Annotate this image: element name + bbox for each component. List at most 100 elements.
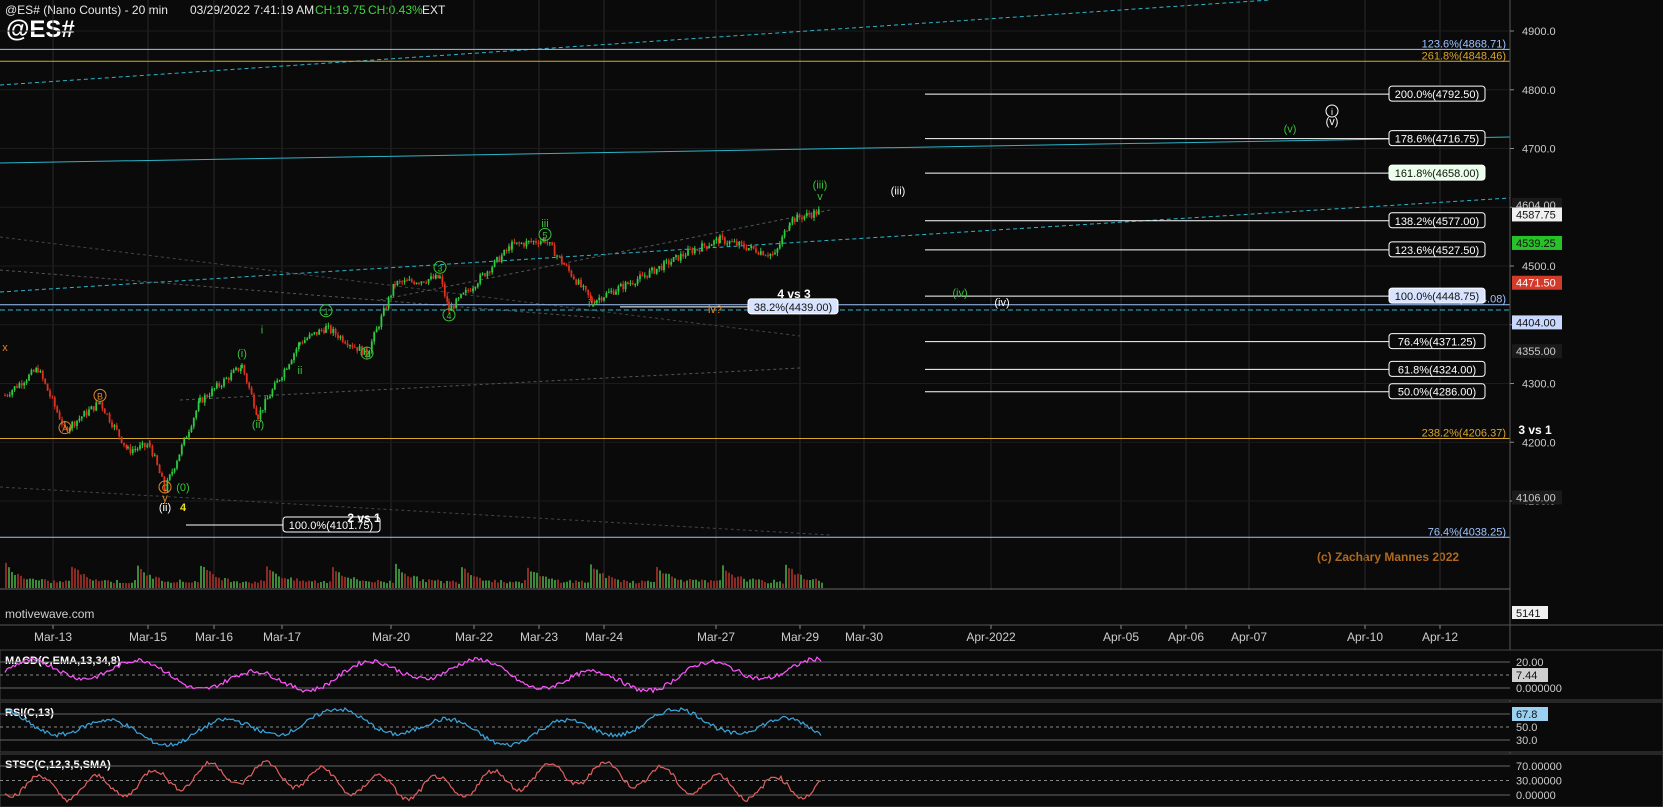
candle-body-349	[815, 210, 818, 215]
candle-body-321	[750, 245, 753, 249]
candle-body-147	[344, 341, 347, 344]
volume-bar-78	[239, 583, 241, 588]
volume-bar-235	[710, 580, 712, 588]
candle-body-234	[546, 242, 549, 244]
volume-bar-242	[731, 574, 733, 588]
volume-bar-128	[389, 580, 391, 588]
volume-bar-204	[617, 579, 619, 588]
fib-target-label-5: 100.0%(4448.75)	[1395, 291, 1479, 303]
candle-body-163	[380, 315, 383, 327]
volume-bar-171	[518, 581, 520, 588]
volume-bar-26	[83, 573, 85, 588]
volume-bar-221	[668, 573, 670, 588]
candle-body-59	[141, 442, 144, 446]
volume-bar-227	[686, 580, 688, 588]
volume-bar-241	[728, 572, 730, 588]
candle-body-119	[278, 380, 281, 382]
candle-body-246	[575, 279, 578, 285]
volume-bar-84	[257, 582, 259, 588]
candle-body-229	[535, 241, 537, 243]
volume-bar-146	[443, 583, 445, 588]
fib-line-label-3: 238.2%(4206.37)	[1422, 428, 1506, 440]
wave-label-6: (ii)	[159, 502, 171, 514]
volume-bar-96	[293, 580, 295, 588]
volume-bar-109	[332, 567, 334, 588]
time-label-5: Mar-22	[455, 630, 493, 644]
candle-body-289	[675, 255, 677, 258]
candle-body-205	[479, 274, 482, 284]
candle-body-34	[83, 411, 86, 417]
volume-bar-93	[284, 578, 286, 588]
candle-body-108	[253, 394, 255, 408]
candle-body-123	[288, 364, 291, 369]
volume-bar-164	[497, 582, 499, 588]
candle-body-160	[373, 332, 376, 342]
time-axis[interactable]: Mar-13 Mar-15 Mar-16 Mar-17 Mar-20 Mar-22 Mar-…	[0, 624, 1663, 644]
volume-bar-155	[470, 575, 472, 588]
volume-bar-266	[803, 579, 805, 588]
wave-label-7: 4	[180, 502, 187, 514]
volume-bar-223	[674, 578, 676, 588]
volume-bar-144	[437, 579, 439, 588]
candle-body-293	[684, 255, 687, 257]
volume-bar-251	[758, 579, 760, 588]
candle-body-216	[505, 249, 508, 251]
volume-bar-89	[272, 571, 274, 588]
volume-bar-68	[209, 571, 211, 588]
candle-body-139	[325, 326, 327, 333]
volume-bar-51	[158, 577, 160, 588]
volume-bar-39	[122, 582, 124, 588]
candle-body-168	[392, 283, 395, 296]
volume-bar-220	[665, 573, 667, 588]
candle-body-101	[237, 367, 240, 372]
volume-bar-253	[764, 582, 766, 588]
candle-body-226	[527, 240, 530, 242]
volume-bar-125	[380, 581, 382, 588]
volume-bar-186	[563, 582, 565, 588]
volume-bar-34	[107, 580, 109, 588]
price-tag-label-6: 4106.00	[1516, 492, 1556, 504]
volume-bar-222	[671, 576, 673, 588]
candle-body-103	[241, 364, 243, 369]
candle-body-32	[78, 418, 81, 421]
volume-bars	[0, 562, 1510, 590]
candle-body-255	[595, 300, 598, 304]
volume-bar-111	[338, 572, 340, 588]
candle-body-150	[351, 345, 354, 347]
candle-body-274	[639, 274, 641, 276]
candle-body-131	[306, 338, 309, 340]
volume-bar-215	[650, 581, 652, 588]
fib-target-label-1: 178.6%(4716.75)	[1395, 134, 1479, 146]
candle-body-14	[37, 368, 39, 373]
candle-body-280	[653, 267, 656, 274]
candle-body-277	[646, 275, 649, 278]
candle-body-115	[269, 396, 271, 399]
panel-scale-2-0: 70.00000	[1516, 761, 1562, 773]
volume-bar-25	[80, 574, 82, 588]
volume-bar-120	[365, 581, 367, 588]
wave-label-17: iii	[541, 218, 548, 230]
annotation-0: 2 vs 1	[347, 511, 381, 525]
candle-body-220	[513, 241, 516, 244]
time-label-9: Mar-29	[781, 630, 819, 644]
candle-body-125	[293, 353, 295, 361]
candle-body-173	[403, 280, 406, 283]
candle-body-213	[498, 256, 501, 262]
candle-body-222	[518, 242, 521, 244]
candle-body-21	[53, 397, 56, 407]
volume-bar-180	[545, 576, 547, 588]
candle-body-259	[605, 292, 608, 298]
volume-bar-255	[770, 582, 772, 588]
candle-body-76	[178, 454, 181, 462]
volume-bar-207	[626, 581, 628, 588]
fib-target-label-4: 123.6%(4527.50)	[1395, 245, 1479, 257]
candle-body-245	[572, 276, 575, 280]
volume-bar-196	[593, 568, 595, 588]
channel-lower-dashed	[0, 197, 1511, 293]
candle-body-85	[199, 397, 201, 402]
candle-body-300	[701, 243, 703, 252]
chart-canvas[interactable]: 123.6%(4868.71)261.8%(4848.46)100.0%(443…	[0, 0, 1663, 807]
axis-label-7: 4200.0	[1522, 437, 1556, 449]
price-tag-label-1: 4587.75	[1516, 209, 1556, 221]
price-axis[interactable]: 4900.04800.04700.04600.04500.04400.04300…	[1509, 0, 1562, 760]
